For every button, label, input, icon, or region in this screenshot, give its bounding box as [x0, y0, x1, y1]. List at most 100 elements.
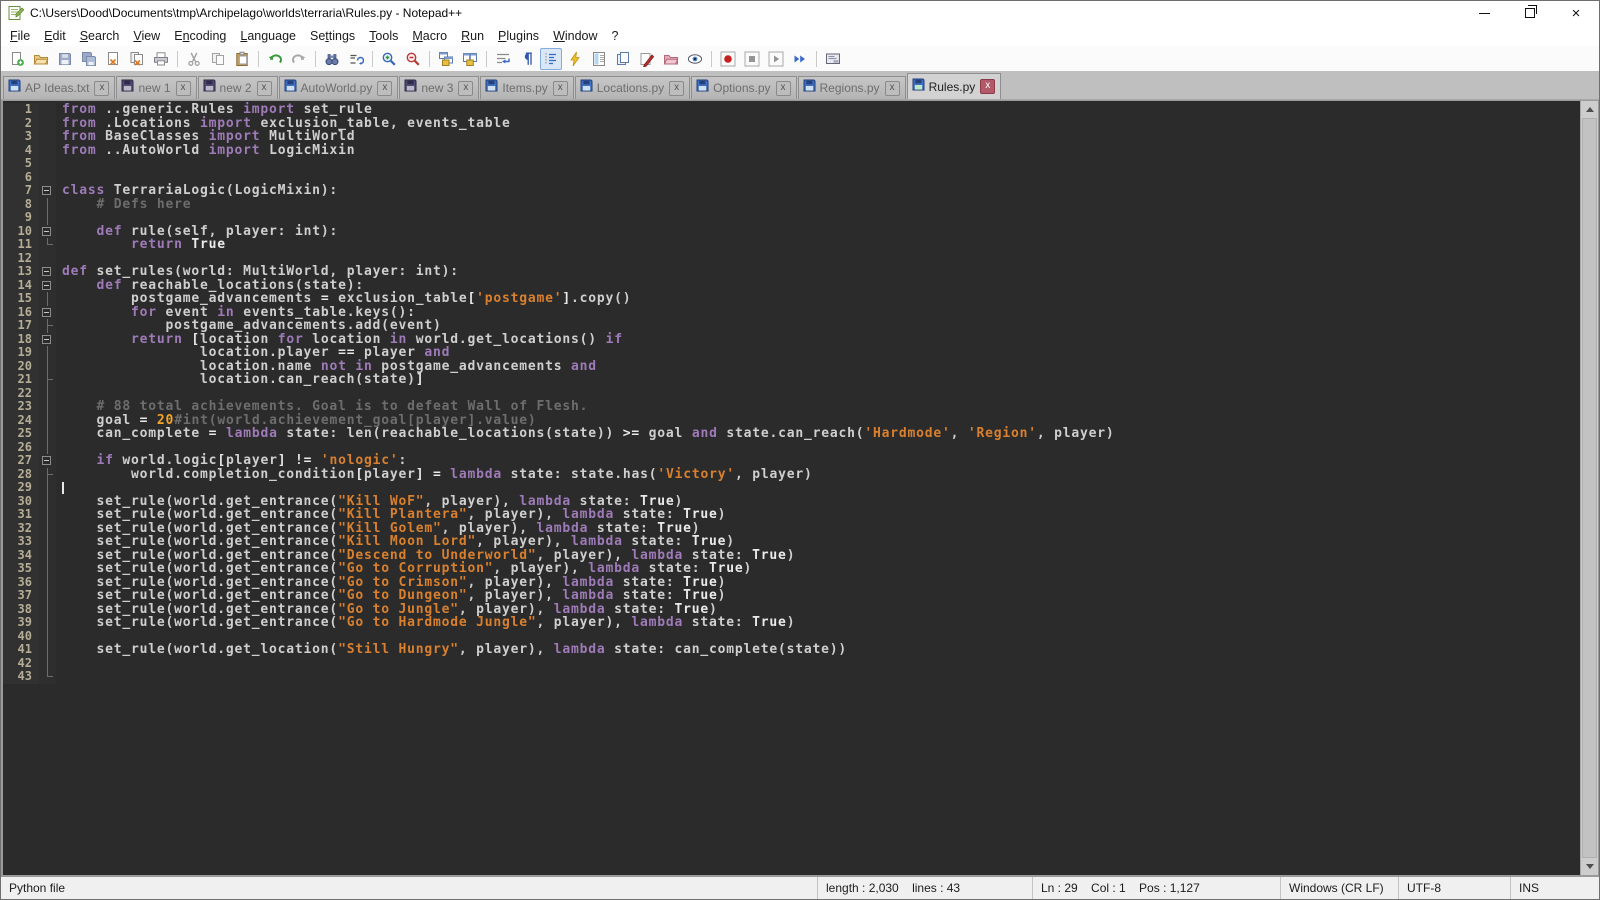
tab-ap-ideas-txt[interactable]: AP Ideas.txtx — [3, 76, 115, 99]
menu-search[interactable]: Search — [73, 27, 127, 45]
new-file-button[interactable] — [6, 48, 28, 70]
tab-locations-py[interactable]: Locations.pyx — [575, 76, 690, 99]
paste-button[interactable] — [231, 48, 253, 70]
code-line[interactable]: 16 for event in events_table.keys(): — [3, 306, 1581, 320]
word-wrap-button[interactable] — [492, 48, 514, 70]
tab-close-icon[interactable]: x — [669, 81, 684, 96]
code-line[interactable]: 26 — [3, 441, 1581, 455]
close-all-button[interactable] — [126, 48, 148, 70]
tab-rules-py[interactable]: Rules.pyx — [907, 73, 1002, 99]
code-line[interactable]: 4from ..AutoWorld import LogicMixin — [3, 144, 1581, 158]
code-line[interactable]: 40 — [3, 630, 1581, 644]
menu-run[interactable]: Run — [454, 27, 491, 45]
code-line[interactable]: 37 set_rule(world.get_entrance("Go to Du… — [3, 589, 1581, 603]
tab-new-2[interactable]: new 2x — [198, 76, 278, 99]
line-number[interactable]: 38 — [3, 603, 39, 617]
monitoring-eye-button[interactable] — [684, 48, 706, 70]
line-number[interactable]: 9 — [3, 211, 39, 225]
line-number[interactable]: 25 — [3, 427, 39, 441]
zoom-out-button[interactable] — [402, 48, 424, 70]
code-line[interactable]: 8 # Defs here — [3, 198, 1581, 212]
code-line[interactable]: 15 postgame_advancements = exclusion_tab… — [3, 292, 1581, 306]
code-line[interactable]: 20 location.name not in postgame_advance… — [3, 360, 1581, 374]
code-line[interactable]: 24 goal = 20#int(world.achievement_goal[… — [3, 414, 1581, 428]
line-number[interactable]: 15 — [3, 292, 39, 306]
fold-collapse-icon[interactable] — [39, 333, 56, 347]
line-number[interactable]: 12 — [3, 252, 39, 266]
tab-autoworld-py[interactable]: AutoWorld.pyx — [279, 76, 399, 99]
code-line[interactable]: 1from ..generic.Rules import set_rule — [3, 103, 1581, 117]
document-list-button[interactable] — [612, 48, 634, 70]
sync-vertical-button[interactable] — [435, 48, 457, 70]
code-line[interactable]: 12 — [3, 252, 1581, 266]
tab-close-icon[interactable]: x — [458, 81, 473, 96]
line-number[interactable]: 13 — [3, 265, 39, 279]
menu-macro[interactable]: Macro — [405, 27, 454, 45]
line-number[interactable]: 11 — [3, 238, 39, 252]
line-number[interactable]: 31 — [3, 508, 39, 522]
code-line[interactable]: 21 location.can_reach(state)] — [3, 373, 1581, 387]
save-all-button[interactable] — [78, 48, 100, 70]
code-editor[interactable]: 1from ..generic.Rules import set_rule2fr… — [3, 101, 1581, 875]
code-line[interactable]: 13def set_rules(world: MultiWorld, playe… — [3, 265, 1581, 279]
code-line[interactable]: 29 — [3, 481, 1581, 495]
code-line[interactable]: 39 set_rule(world.get_entrance("Go to Ha… — [3, 616, 1581, 630]
menu-edit[interactable]: Edit — [37, 27, 73, 45]
macro-record-button[interactable] — [717, 48, 739, 70]
line-number[interactable]: 30 — [3, 495, 39, 509]
tab-new-3[interactable]: new 3x — [399, 76, 479, 99]
menu-tools[interactable]: Tools — [362, 27, 405, 45]
replace-button[interactable] — [345, 48, 367, 70]
tab-close-icon[interactable]: x — [176, 81, 191, 96]
line-number[interactable]: 18 — [3, 333, 39, 347]
menu-file[interactable]: File — [3, 27, 37, 45]
line-number[interactable]: 1 — [3, 103, 39, 117]
line-number[interactable]: 16 — [3, 306, 39, 320]
code-line[interactable]: 41 set_rule(world.get_location("Still Hu… — [3, 643, 1581, 657]
fold-collapse-icon[interactable] — [39, 279, 56, 293]
code-line[interactable]: 22 — [3, 387, 1581, 401]
tab-close-icon[interactable]: x — [257, 81, 272, 96]
code-line[interactable]: 9 — [3, 211, 1581, 225]
macro-run-multiple-button[interactable] — [789, 48, 811, 70]
function-completion-button[interactable] — [564, 48, 586, 70]
tab-regions-py[interactable]: Regions.pyx — [798, 76, 906, 99]
save-file-button[interactable] — [54, 48, 76, 70]
code-line[interactable]: 3from BaseClasses import MultiWorld — [3, 130, 1581, 144]
line-number[interactable]: 8 — [3, 198, 39, 212]
find-button[interactable] — [321, 48, 343, 70]
close-file-button[interactable] — [102, 48, 124, 70]
tab-close-icon[interactable]: x — [553, 81, 568, 96]
cut-button[interactable] — [183, 48, 205, 70]
line-number[interactable]: 20 — [3, 360, 39, 374]
code-line[interactable]: 27 if world.logic[player] != 'nologic': — [3, 454, 1581, 468]
redo-button[interactable] — [288, 48, 310, 70]
menu-plugins[interactable]: Plugins — [491, 27, 546, 45]
line-number[interactable]: 36 — [3, 576, 39, 590]
line-number[interactable]: 6 — [3, 171, 39, 185]
status-encoding[interactable]: UTF-8 — [1399, 877, 1511, 899]
code-line[interactable]: 32 set_rule(world.get_entrance("Kill Gol… — [3, 522, 1581, 536]
code-line[interactable]: 6 — [3, 171, 1581, 185]
tab-close-icon[interactable]: x — [885, 81, 900, 96]
status-eol-format[interactable]: Windows (CR LF) — [1281, 877, 1399, 899]
line-number[interactable]: 41 — [3, 643, 39, 657]
document-map-button[interactable] — [588, 48, 610, 70]
copy-button[interactable] — [207, 48, 229, 70]
line-number[interactable]: 26 — [3, 441, 39, 455]
tab-close-icon[interactable]: x — [776, 81, 791, 96]
line-number[interactable]: 40 — [3, 630, 39, 644]
line-number[interactable]: 42 — [3, 657, 39, 671]
line-number[interactable]: 7 — [3, 184, 39, 198]
open-file-button[interactable] — [30, 48, 52, 70]
code-line[interactable]: 30 set_rule(world.get_entrance("Kill WoF… — [3, 495, 1581, 509]
line-number[interactable]: 43 — [3, 670, 39, 684]
line-number[interactable]: 19 — [3, 346, 39, 360]
code-line[interactable]: 38 set_rule(world.get_entrance("Go to Ju… — [3, 603, 1581, 617]
menu-view[interactable]: View — [126, 27, 167, 45]
tab-new-1[interactable]: new 1x — [116, 76, 196, 99]
undo-button[interactable] — [264, 48, 286, 70]
menu-encoding[interactable]: Encoding — [167, 27, 233, 45]
line-number[interactable]: 33 — [3, 535, 39, 549]
menu-language[interactable]: Language — [233, 27, 303, 45]
